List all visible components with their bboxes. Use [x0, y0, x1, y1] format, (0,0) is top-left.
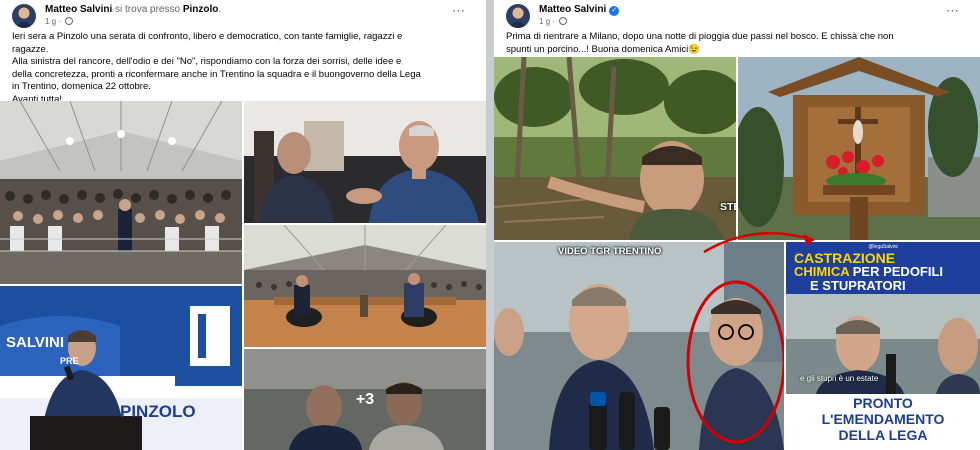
post-header: Matteo Salvini si trova presso Pinzolo. …	[0, 0, 486, 28]
post-text-line: Prima di rientrare a Milano, dopo una no…	[506, 31, 894, 42]
globe-icon	[65, 17, 74, 25]
sign-salvini: SALVINI	[6, 334, 65, 351]
photo-stage-interview[interactable]	[244, 225, 486, 347]
author-line: Matteo Salvini si trova presso Pinzolo.	[45, 4, 221, 15]
post-text-line: Alla sinistra del rancore, dell'odio e d…	[12, 56, 402, 68]
facebook-post-bosco: Matteo Salvini ✓ 1 g · ⋯ Prima di rientra…	[494, 0, 980, 450]
location-link[interactable]: Pinzolo	[183, 4, 219, 15]
post-time[interactable]: 1 g	[45, 17, 56, 26]
photo-forest-selfie[interactable]: STESSA SCENA ANGOLO DIVERSO	[494, 57, 736, 240]
post-text: Prima di rientrare a Milano, dopo una no…	[506, 31, 970, 56]
post-divider	[486, 0, 494, 450]
author-name[interactable]: Matteo Salvini	[539, 4, 606, 15]
banner-line2-yellow: CHIMICA	[794, 264, 850, 279]
overlay-stessa-scena: STESSA SCENA ANGOLO DIVERSO	[720, 201, 736, 213]
photo-tent-crowd[interactable]	[0, 101, 242, 284]
red-arrow-icon	[703, 232, 815, 254]
location-suffix: .	[218, 4, 222, 15]
photo-lega-banner[interactable]: @legaSalvini CASTRAZIONE CHIMICA PER PED…	[786, 242, 980, 450]
post-text-line: Ieri sera a Pinzolo una serata di confro…	[12, 31, 403, 42]
photo-greeting[interactable]	[244, 101, 486, 223]
banner-bottom1: PRONTO	[853, 395, 913, 411]
banner-bottom2: L'EMENDAMENTO	[821, 411, 945, 427]
globe-icon	[559, 17, 568, 25]
photo-crucifix-shrine[interactable]	[738, 57, 980, 240]
location-prefix: si trova presso	[115, 4, 181, 15]
more-options-icon[interactable]: ⋯	[452, 3, 466, 19]
banner-bottom3: DELLA LEGA	[838, 427, 928, 443]
post-text-line: in Trentino, domenica 22 ottobre.	[12, 81, 151, 93]
author-line: Matteo Salvini ✓	[539, 4, 620, 16]
more-options-icon[interactable]: ⋯	[946, 3, 960, 19]
post-meta: 1 g ·	[45, 17, 74, 26]
post-meta: 1 g ·	[539, 17, 568, 26]
avatar[interactable]	[12, 4, 36, 28]
sign-premier: PRE	[60, 356, 79, 366]
photo-tgr-video[interactable]: VIDEO TGR TRENTINO	[494, 242, 784, 450]
banner-line3: E STUPRATORI	[810, 278, 906, 293]
author-name[interactable]: Matteo Salvini	[45, 4, 112, 15]
avatar[interactable]	[506, 4, 530, 28]
post-text-line: ragazze.	[12, 43, 49, 55]
banner-line2: CHIMICA PER PEDOFILI	[794, 265, 943, 279]
video-caption: e gli stupri è un estate	[800, 374, 879, 383]
post-text: Ieri sera a Pinzolo una serata di confro…	[12, 31, 476, 107]
facebook-post-pinzolo: Matteo Salvini si trova presso Pinzolo. …	[0, 0, 486, 450]
verified-badge-icon: ✓	[609, 6, 620, 16]
photo-more-grid[interactable]: +3	[244, 349, 486, 450]
banner-line2-white: PER PEDOFILI	[852, 264, 944, 279]
post-time[interactable]: 1 g	[539, 17, 550, 26]
photo-speech-pinzolo[interactable]: SALVINI PRE PINZOLO	[0, 286, 242, 450]
more-photos-count[interactable]: +3	[244, 349, 486, 450]
overlay-video-tgr: VIDEO TGR TRENTINO	[558, 246, 662, 257]
sign-pinzolo: PINZOLO	[120, 402, 196, 421]
post-header: Matteo Salvini ✓ 1 g · ⋯	[494, 0, 980, 28]
post-text-line: spunti un porcino...! Buona domenica Ami…	[506, 43, 701, 55]
post-text-line: della concretezza, pronti a riconfermare…	[12, 68, 421, 80]
